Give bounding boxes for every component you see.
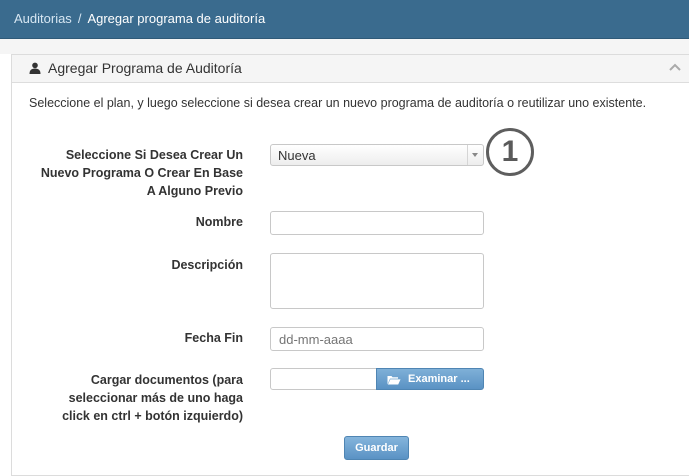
user-icon bbox=[29, 62, 41, 74]
mode-select[interactable]: Nueva bbox=[270, 144, 484, 166]
documentos-label: Cargar documentos (para seleccionar más … bbox=[22, 371, 243, 425]
descripcion-label: Descripción bbox=[171, 258, 243, 272]
nombre-label: Nombre bbox=[195, 215, 243, 229]
fecha-fin-label: Fecha Fin bbox=[184, 331, 243, 345]
mode-label-line-3: A Alguno Previo bbox=[146, 184, 243, 198]
browse-button[interactable]: Examinar ... bbox=[376, 368, 484, 390]
fecha-fin-input[interactable] bbox=[270, 327, 484, 351]
breadcrumb-current: Agregar programa de auditoría bbox=[87, 11, 266, 26]
breadcrumb: Auditorias / Agregar programa de auditoría bbox=[14, 11, 265, 26]
save-button[interactable]: Guardar bbox=[344, 436, 409, 460]
annotation-marker: 1 bbox=[486, 128, 534, 176]
top-navbar: Auditorias / Agregar programa de auditoría bbox=[0, 0, 689, 39]
panel-header: Agregar Programa de Auditoría bbox=[12, 55, 689, 83]
breadcrumb-link-auditorias[interactable]: Auditorias bbox=[14, 11, 72, 26]
documentos-label-line-1: Cargar documentos (para bbox=[90, 373, 243, 387]
mode-label: Seleccione Si Desea Crear Un Nuevo Progr… bbox=[22, 146, 243, 200]
mode-label-line-1: Seleccione Si Desea Crear Un bbox=[65, 148, 243, 162]
form-panel: Agregar Programa de Auditoría Seleccione… bbox=[11, 54, 689, 476]
chevron-down-icon bbox=[467, 145, 483, 165]
descripcion-textarea[interactable] bbox=[270, 253, 484, 309]
folder-open-icon bbox=[387, 376, 401, 385]
file-path-input[interactable] bbox=[270, 368, 377, 390]
mode-select-value: Nueva bbox=[278, 148, 316, 163]
breadcrumb-separator: / bbox=[77, 11, 82, 26]
chevron-up-icon[interactable] bbox=[669, 62, 681, 72]
page-background bbox=[0, 39, 689, 54]
documentos-label-line-2: seleccionar más de uno haga bbox=[68, 391, 243, 405]
mode-label-line-2: Nuevo Programa O Crear En Base bbox=[40, 166, 243, 180]
documentos-label-line-3: click en ctrl + botón izquierdo) bbox=[62, 409, 243, 423]
browse-button-label: Examinar ... bbox=[408, 373, 470, 385]
intro-text: Seleccione el plan, y luego seleccione s… bbox=[29, 96, 647, 110]
panel-title: Agregar Programa de Auditoría bbox=[48, 60, 242, 76]
nombre-input[interactable] bbox=[270, 211, 484, 235]
